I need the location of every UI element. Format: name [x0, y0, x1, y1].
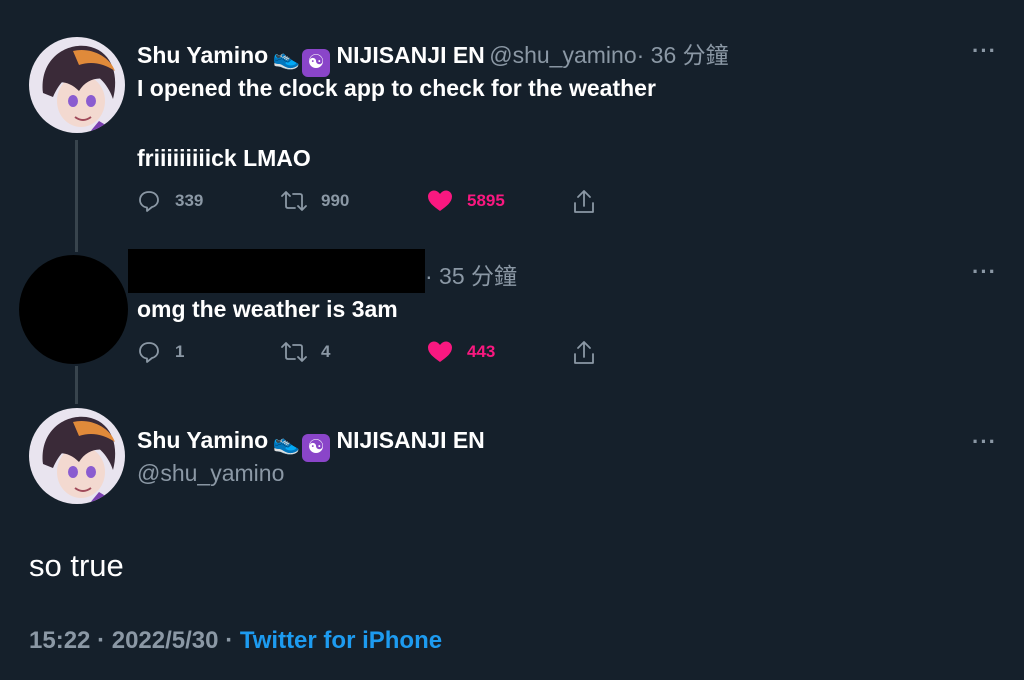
separator-dot: · — [97, 627, 112, 654]
reply-icon — [139, 342, 159, 363]
retweet-button[interactable]: 990 — [281, 189, 349, 213]
main-tweet-text: so true — [29, 548, 124, 583]
heart-filled-icon — [428, 190, 452, 211]
thread-line — [75, 140, 78, 252]
retweet-icon — [281, 191, 307, 211]
display-name[interactable]: Shu Yamino — [137, 427, 268, 453]
yin-yang-emoji-icon: ☯ — [302, 49, 331, 77]
retweet-button[interactable]: 4 — [281, 340, 330, 364]
tweet1-text-line2: friiiiiiiiick LMAO — [137, 145, 311, 171]
like-count: 5895 — [467, 191, 505, 210]
separator-dot: · — [225, 627, 240, 654]
timestamp[interactable]: · 36 分鐘 — [637, 42, 729, 68]
reply-icon — [139, 191, 159, 212]
reply-button[interactable]: 1 — [137, 340, 184, 364]
tweet-date: 2022/5/30 — [111, 627, 219, 654]
heart-filled-icon — [428, 341, 452, 362]
retweet-count: 990 — [321, 191, 350, 210]
timestamp[interactable]: · 35 分鐘 — [425, 257, 517, 291]
share-button[interactable] — [572, 340, 610, 366]
more-options-icon[interactable]: ··· — [972, 429, 997, 455]
affiliation: NIJISANJI EN — [336, 427, 485, 453]
avatar-shu-yamino[interactable] — [29, 408, 125, 504]
thread-line — [75, 366, 78, 404]
like-button[interactable]: 443 — [427, 340, 495, 364]
tweet-time: 15:22 — [29, 627, 91, 654]
avatar-shu-yamino[interactable] — [29, 37, 125, 133]
main-tweet-header: Shu Yamino 👟 ☯ NIJISANJI EN — [137, 427, 485, 462]
yin-yang-emoji-icon: ☯ — [302, 434, 331, 462]
display-name[interactable]: Shu Yamino — [137, 42, 268, 68]
handle[interactable]: @shu_yamino — [489, 42, 636, 68]
reply-count: 1 — [175, 342, 185, 361]
more-options-icon[interactable]: ··· — [972, 38, 997, 64]
like-count: 443 — [467, 342, 496, 361]
reply-button[interactable]: 339 — [137, 189, 203, 213]
shoe-emoji-icon: 👟 — [272, 430, 301, 455]
tweet-meta: 15:22 · 2022/5/30 · Twitter for iPhone — [29, 627, 442, 655]
affiliation: NIJISANJI EN — [336, 42, 485, 68]
like-button[interactable]: 5895 — [427, 189, 505, 213]
share-icon — [574, 190, 594, 213]
redacted-name — [128, 249, 425, 293]
tweet1-header: Shu Yamino 👟 ☯ NIJISANJI EN @shu_yamino· … — [137, 36, 729, 77]
retweet-count: 4 — [321, 342, 331, 361]
reply-count: 339 — [175, 191, 204, 210]
tweet1-text-line1: I opened the clock app to check for the … — [137, 75, 656, 101]
share-icon — [574, 341, 594, 364]
share-button[interactable] — [572, 189, 610, 215]
more-options-icon[interactable]: ··· — [972, 259, 997, 285]
handle[interactable]: @shu_yamino — [137, 460, 284, 487]
source-link[interactable]: Twitter for iPhone — [240, 627, 442, 654]
shoe-emoji-icon: 👟 — [272, 45, 301, 70]
redacted-avatar — [19, 255, 128, 364]
tweet2-text: omg the weather is 3am — [137, 296, 398, 322]
retweet-icon — [281, 342, 307, 362]
